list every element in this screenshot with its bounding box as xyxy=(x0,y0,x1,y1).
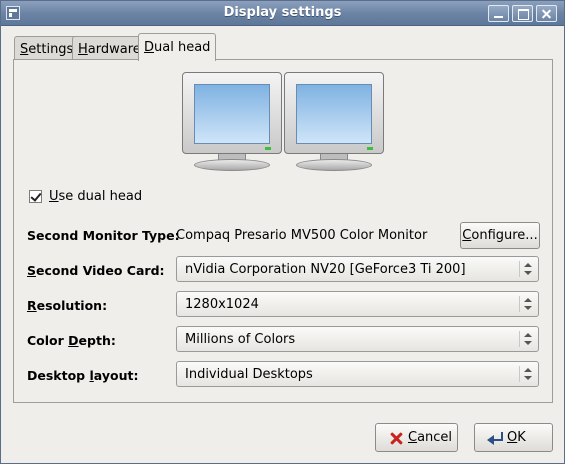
cancel-label-text: ancel xyxy=(417,430,453,445)
combo-separator xyxy=(519,296,520,312)
tab-hardware-label: ardware xyxy=(87,42,141,57)
first-monitor-icon xyxy=(182,72,282,172)
cancel-button[interactable]: Cancel xyxy=(375,423,458,452)
resolution-label: Resolution: xyxy=(27,298,107,313)
color-depth-label: Color Depth: xyxy=(27,333,116,348)
resolution-select[interactable]: 1280x1024 xyxy=(176,291,539,317)
tab-dual-head[interactable]: Dual head xyxy=(138,33,217,61)
tab-settings-label: ettings xyxy=(28,42,74,57)
ok-icon xyxy=(487,430,503,446)
desktop-layout-select[interactable]: Individual Desktops xyxy=(176,361,539,387)
desktop-layout-label-rest: ayout: xyxy=(93,368,139,383)
close-window-button[interactable] xyxy=(536,5,557,22)
minimize-button[interactable] xyxy=(488,5,509,22)
desktop-layout-value: Individual Desktops xyxy=(185,367,313,382)
cancel-mnemonic: C xyxy=(408,430,418,445)
updown-arrows-icon xyxy=(524,298,532,311)
combo-separator xyxy=(519,331,520,347)
configure-label: onfigure... xyxy=(471,228,538,243)
use-dual-head-checkbox[interactable] xyxy=(29,190,42,203)
use-dual-head-mnemonic: U xyxy=(49,189,59,204)
color-depth-label-pre: Color xyxy=(27,333,69,348)
second-monitor-icon xyxy=(284,72,384,172)
desktop-layout-label: Desktop layout: xyxy=(27,368,138,383)
tab-hardware[interactable]: Hardware xyxy=(72,36,147,60)
maximize-button[interactable] xyxy=(512,5,533,22)
updown-arrows-icon xyxy=(524,368,532,381)
resolution-label-text: esolution: xyxy=(36,298,108,313)
updown-arrows-icon xyxy=(524,333,532,346)
second-monitor-type-label: Second Monitor Type: xyxy=(27,228,180,243)
ok-button[interactable]: OK xyxy=(474,423,553,452)
use-dual-head-text: se dual head xyxy=(58,189,143,204)
second-video-card-select[interactable]: nVidia Corporation NV20 [GeForce3 Ti 200… xyxy=(176,256,539,282)
combo-separator xyxy=(519,366,520,382)
titlebar: Display settings xyxy=(1,1,564,26)
second-monitor-type-value: Compaq Presario MV500 Color Monitor xyxy=(176,228,428,243)
tab-hardware-mnemonic: H xyxy=(78,42,88,57)
configure-button[interactable]: Configure... xyxy=(460,222,540,249)
second-video-card-label: Second Video Card: xyxy=(27,263,165,278)
ok-label: OK xyxy=(507,430,526,445)
display-settings-window: Display settings Settings Hardware Dual … xyxy=(0,0,565,464)
tab-settings[interactable]: Settings xyxy=(14,36,80,60)
tab-dual-head-label: ual head xyxy=(154,40,211,55)
tab-dual-head-mnemonic: D xyxy=(144,40,155,55)
window-title: Display settings xyxy=(223,5,342,20)
cancel-icon xyxy=(388,430,404,446)
second-video-card-mnemonic: S xyxy=(27,263,37,278)
ok-label-text: K xyxy=(517,430,526,445)
color-depth-value: Millions of Colors xyxy=(185,332,296,347)
ok-mnemonic: O xyxy=(507,430,518,445)
configure-mnemonic: C xyxy=(462,228,472,243)
second-video-card-value: nVidia Corporation NV20 [GeForce3 Ti 200… xyxy=(185,262,466,277)
color-depth-select[interactable]: Millions of Colors xyxy=(176,326,539,352)
resolution-value: 1280x1024 xyxy=(185,297,259,312)
combo-separator xyxy=(519,261,520,277)
use-dual-head-label: Use dual head xyxy=(49,189,142,204)
desktop-layout-label-pre: Desktop xyxy=(27,368,90,383)
resolution-mnemonic: R xyxy=(27,298,37,313)
second-video-card-label-text: econd Video Card: xyxy=(36,263,165,278)
color-depth-label-rest: epth: xyxy=(78,333,116,348)
cancel-label: Cancel xyxy=(408,430,452,445)
updown-arrows-icon xyxy=(524,263,532,276)
color-depth-mnemonic: D xyxy=(68,333,79,348)
